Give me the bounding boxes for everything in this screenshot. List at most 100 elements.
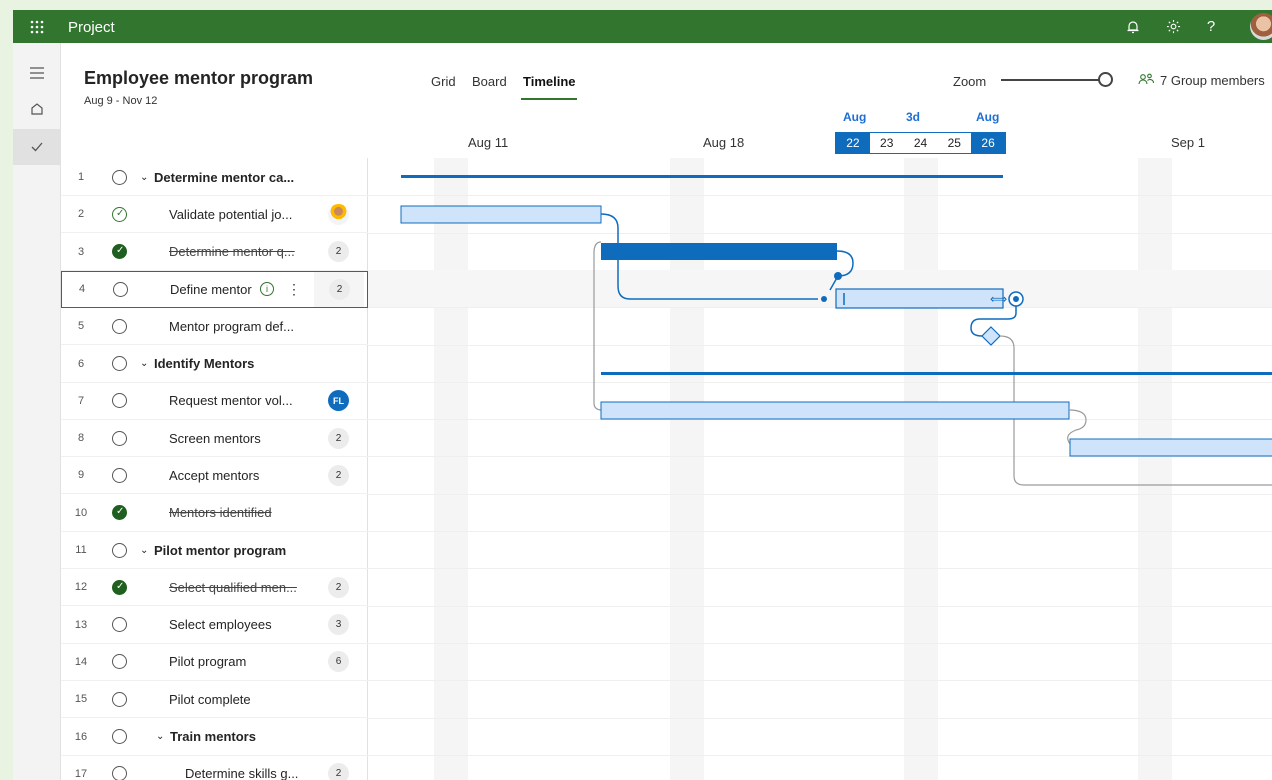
task-row[interactable]: 6 ⌄ Identify Mentors	[61, 346, 368, 383]
task-row[interactable]: 10 Mentors identified	[61, 495, 368, 532]
task-row[interactable]: 3 Determine mentor q... 2	[61, 234, 368, 271]
task-name[interactable]: Select employees	[169, 617, 272, 632]
task-name[interactable]: Mentor program def...	[169, 319, 294, 334]
assignee-badge[interactable]: 2	[328, 427, 349, 449]
task-name[interactable]: Request mentor vol...	[169, 393, 293, 408]
assignee-badge[interactable]: 6	[328, 651, 349, 673]
task-bar-selected[interactable]	[835, 288, 1004, 309]
task-row[interactable]: 2 Validate potential jo...	[61, 196, 368, 234]
day-cell[interactable]: 25	[937, 133, 971, 153]
task-bar[interactable]	[400, 205, 602, 224]
check-icon[interactable]	[13, 129, 61, 165]
task-name[interactable]: Pilot program	[169, 654, 246, 669]
tab-grid[interactable]: Grid	[431, 74, 456, 89]
task-name[interactable]: Train mentors	[170, 729, 256, 744]
task-row[interactable]: 11 ⌄ Pilot mentor program	[61, 532, 368, 569]
hamburger-icon[interactable]	[13, 55, 61, 91]
waffle-icon[interactable]	[26, 10, 48, 43]
complete-checkbox[interactable]	[112, 542, 127, 558]
assignee-badge[interactable]: 2	[328, 241, 349, 263]
task-name[interactable]: Determine mentor ca...	[154, 170, 294, 185]
chevron-down-icon[interactable]: ⌄	[156, 731, 164, 742]
task-grid-area: 1 ⌄ Determine mentor ca... 2 Validate potent…	[61, 158, 1272, 780]
user-avatar[interactable]	[1250, 13, 1272, 40]
task-row[interactable]: 1 ⌄ Determine mentor ca...	[61, 159, 368, 196]
task-name[interactable]: Determine mentor q...	[169, 244, 295, 259]
task-bar[interactable]	[600, 401, 1070, 420]
task-row[interactable]: 7 Request mentor vol... FL	[61, 383, 368, 420]
task-name[interactable]: Validate potential jo...	[169, 207, 292, 222]
chevron-down-icon[interactable]: ⌄	[140, 545, 148, 556]
complete-checkbox[interactable]	[112, 766, 127, 780]
complete-checkbox[interactable]	[112, 169, 127, 185]
complete-checkbox[interactable]	[112, 430, 127, 446]
day-cell[interactable]: 23	[870, 133, 904, 153]
task-name[interactable]: Pilot mentor program	[154, 543, 286, 558]
assignee-badge[interactable]: 2	[328, 763, 349, 780]
complete-checkbox[interactable]	[112, 505, 127, 521]
task-row[interactable]: 13 Select employees 3	[61, 607, 368, 644]
row-number: 16	[74, 730, 88, 743]
task-name[interactable]: Identify Mentors	[154, 356, 254, 371]
complete-checkbox[interactable]	[112, 617, 127, 633]
task-name[interactable]: Accept mentors	[169, 468, 259, 483]
chevron-down-icon[interactable]: ⌄	[140, 358, 148, 369]
app-name[interactable]: Project	[68, 19, 115, 36]
complete-checkbox[interactable]	[112, 393, 127, 409]
complete-checkbox[interactable]	[112, 244, 127, 260]
tab-board[interactable]: Board	[472, 74, 507, 89]
day-cell[interactable]: 26	[971, 133, 1005, 153]
task-row[interactable]: 12 Select qualified men... 2	[61, 569, 368, 607]
assignee-badge[interactable]: 2	[328, 576, 349, 598]
help-icon[interactable]: ?	[1197, 10, 1225, 43]
task-row[interactable]: 4 Define mentor i ⋮ 2	[61, 270, 368, 308]
complete-checkbox[interactable]	[112, 729, 127, 744]
plan-title[interactable]: Employee mentor program	[84, 68, 313, 89]
assignee-badge[interactable]: 3	[328, 614, 349, 636]
day-cell[interactable]: 24	[904, 133, 938, 153]
task-name[interactable]: Pilot complete	[169, 692, 251, 707]
complete-checkbox[interactable]	[112, 654, 127, 670]
task-name[interactable]: Define mentor	[170, 282, 252, 297]
more-options-icon[interactable]: ⋮	[287, 281, 301, 298]
task-row[interactable]: 9 Accept mentors 2	[61, 457, 368, 495]
task-name[interactable]: Determine skills g...	[185, 766, 298, 780]
task-name[interactable]: Mentors identified	[169, 505, 272, 520]
task-bar[interactable]	[601, 243, 837, 260]
task-row[interactable]: 8 Screen mentors 2	[61, 420, 368, 458]
assignee-badge[interactable]: FL	[328, 390, 349, 412]
task-row[interactable]: 15 Pilot complete	[61, 681, 368, 719]
gear-icon[interactable]	[1159, 10, 1187, 43]
assignee-badge[interactable]: 2	[329, 278, 350, 300]
chevron-down-icon[interactable]: ⌄	[140, 172, 148, 183]
complete-checkbox[interactable]	[112, 579, 127, 595]
zoom-slider-thumb[interactable]	[1098, 72, 1113, 87]
row-number: 2	[77, 208, 85, 221]
complete-checkbox[interactable]	[112, 691, 127, 707]
info-icon[interactable]: i	[260, 282, 274, 297]
summary-bar[interactable]	[601, 372, 1272, 375]
task-bar[interactable]	[1069, 438, 1272, 457]
day-cell[interactable]: 22	[836, 133, 870, 153]
task-row[interactable]: 14 Pilot program 6	[61, 644, 368, 681]
home-icon[interactable]	[13, 91, 61, 127]
task-row[interactable]: 16 ⌄ Train mentors	[61, 719, 368, 756]
summary-bar[interactable]	[401, 175, 1003, 178]
assignee-badge[interactable]: 2	[328, 464, 349, 486]
complete-checkbox[interactable]	[113, 281, 128, 297]
task-name[interactable]: Select qualified men...	[169, 580, 297, 595]
complete-checkbox[interactable]	[112, 206, 127, 222]
bell-icon[interactable]	[1119, 10, 1147, 43]
group-members-button[interactable]: 7 Group members	[1138, 72, 1265, 88]
zoom-slider[interactable]	[1001, 79, 1101, 81]
tab-timeline[interactable]: Timeline	[523, 74, 576, 89]
assignee-avatar[interactable]	[328, 203, 349, 225]
task-row[interactable]: 17 Determine skills g... 2	[61, 756, 368, 780]
milestone-diamond[interactable]	[981, 326, 1001, 346]
complete-checkbox[interactable]	[112, 467, 127, 483]
task-name[interactable]: Screen mentors	[169, 431, 261, 446]
row-number: 1	[77, 171, 85, 183]
task-row[interactable]: 5 Mentor program def...	[61, 308, 368, 346]
complete-checkbox[interactable]	[112, 356, 127, 371]
complete-checkbox[interactable]	[112, 318, 127, 334]
